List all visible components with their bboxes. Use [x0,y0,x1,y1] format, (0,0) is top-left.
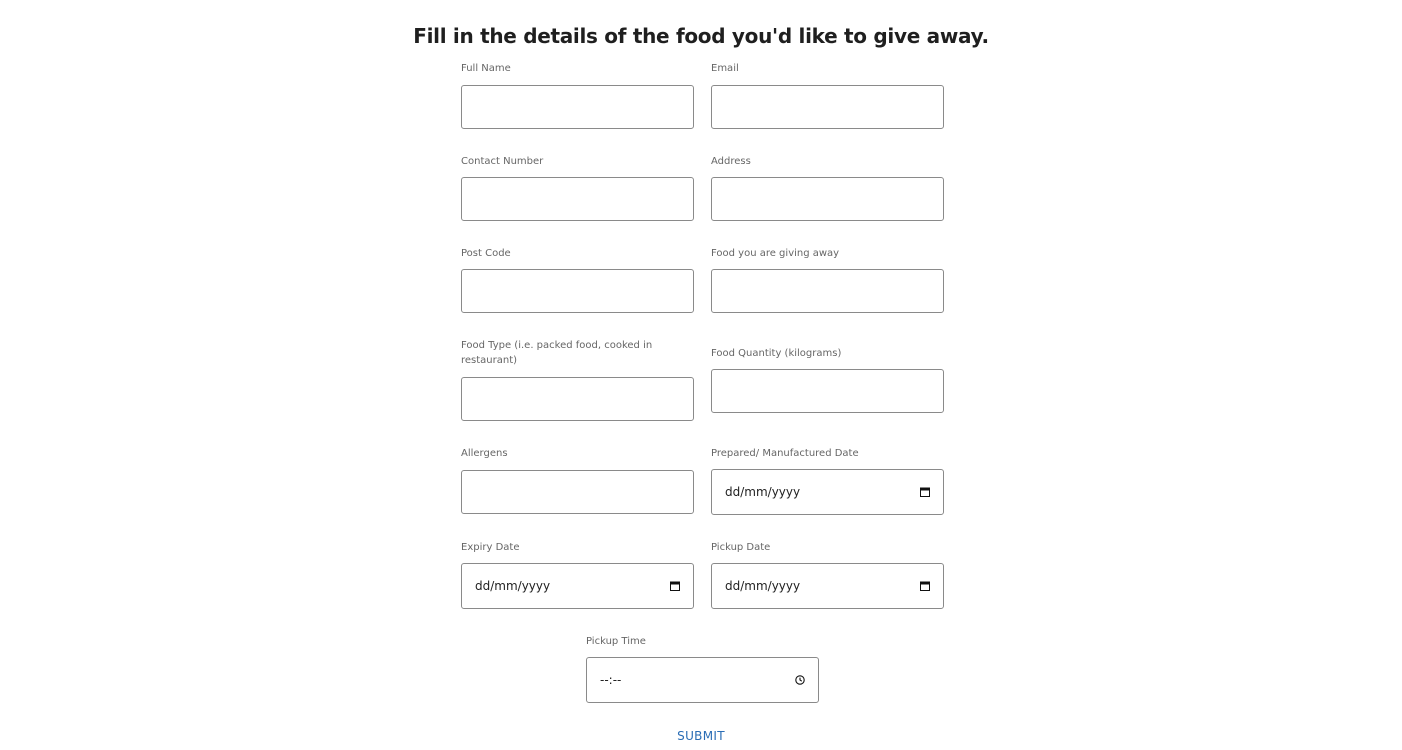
page-title: Fill in the details of the food you'd li… [413,24,989,48]
food-giving-input[interactable] [711,269,944,313]
email-input[interactable] [711,85,944,129]
submit-row: SUBMIT [0,725,1402,744]
expiry-date-input[interactable]: dd/mm/yyyy [461,563,694,609]
email-group: Email [711,61,944,129]
pickup-date-label: Pickup Date [711,542,771,553]
contact-number-input[interactable] [461,177,694,221]
pickup-date-input[interactable]: dd/mm/yyyy [711,563,944,609]
full-name-input[interactable] [461,85,694,129]
allergens-label: Allergens [461,448,508,459]
clock-icon[interactable] [795,675,805,685]
prepared-date-label: Prepared/ Manufactured Date [711,448,859,459]
prepared-date-group: Prepared/ Manufactured Date dd/mm/yyyy [711,446,944,515]
expiry-date-placeholder: dd/mm/yyyy [475,579,551,593]
food-type-input[interactable] [461,377,694,421]
food-quantity-label: Food Quantity (kilograms) [711,348,842,359]
allergens-input[interactable] [461,470,694,514]
contact-number-label: Contact Number [461,156,544,167]
prepared-date-input[interactable]: dd/mm/yyyy [711,469,944,515]
food-giving-group: Food you are giving away [711,246,944,313]
email-label: Email [711,63,739,74]
food-giving-label: Food you are giving away [711,248,840,259]
calendar-icon[interactable] [920,581,930,591]
pickup-date-placeholder: dd/mm/yyyy [725,579,801,593]
full-name-label: Full Name [461,63,511,74]
food-quantity-input[interactable] [711,369,944,413]
submit-button[interactable]: SUBMIT [677,729,725,743]
expiry-date-label: Expiry Date [461,542,520,553]
contact-number-group: Contact Number [461,154,694,221]
pickup-time-placeholder: --:-- [600,673,622,687]
food-giveaway-page: Fill in the details of the food you'd li… [0,0,1402,750]
address-label: Address [711,156,751,167]
address-input[interactable] [711,177,944,221]
food-quantity-group: Food Quantity (kilograms) [711,346,944,413]
address-group: Address [711,154,944,221]
pickup-date-group: Pickup Date dd/mm/yyyy [711,540,944,609]
post-code-input[interactable] [461,269,694,313]
pickup-time-input[interactable]: --:-- [586,657,819,703]
allergens-group: Allergens [461,446,694,514]
food-type-group: Food Type (i.e. packed food, cooked in r… [461,338,694,421]
post-code-label: Post Code [461,248,511,259]
calendar-icon[interactable] [920,487,930,497]
pickup-time-group: Pickup Time --:-- [586,634,819,703]
calendar-icon[interactable] [670,581,680,591]
expiry-date-group: Expiry Date dd/mm/yyyy [461,540,694,609]
pickup-time-label: Pickup Time [586,636,646,647]
full-name-group: Full Name [461,61,694,129]
food-type-label: Food Type (i.e. packed food, cooked in r… [461,340,653,366]
prepared-date-placeholder: dd/mm/yyyy [725,485,801,499]
post-code-group: Post Code [461,246,694,313]
